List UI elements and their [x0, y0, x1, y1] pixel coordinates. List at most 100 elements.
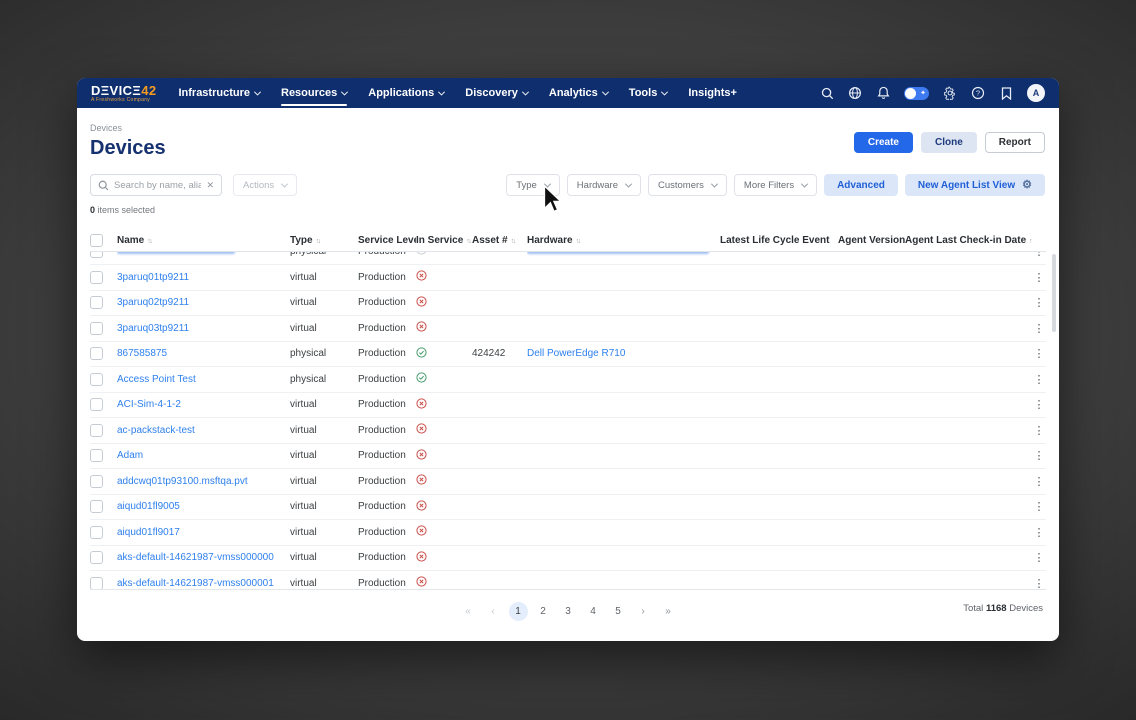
row-menu-icon[interactable]: ⋮	[1032, 271, 1046, 284]
row-menu-icon[interactable]: ⋮	[1032, 296, 1046, 309]
breadcrumb[interactable]: Devices	[90, 123, 122, 133]
column-header-type[interactable]: Type↑↓	[290, 235, 358, 246]
row-checkbox[interactable]	[90, 475, 103, 488]
device-name-link[interactable]: aks-default-14621987-vmss000000	[117, 552, 290, 563]
row-checkbox[interactable]	[90, 526, 103, 539]
device-name-link[interactable]: Access Point Test	[117, 374, 290, 385]
row-menu-icon[interactable]: ⋮	[1032, 551, 1046, 564]
device-name-link[interactable]: 3paruq03tp9211	[117, 323, 290, 334]
row-checkbox[interactable]	[90, 271, 103, 284]
nav-item-resources[interactable]: Resources	[281, 78, 347, 108]
actions-dropdown[interactable]: Actions	[233, 174, 297, 196]
device-name-link[interactable]: 867585875	[117, 348, 290, 359]
settings-gear-icon[interactable]	[943, 86, 957, 100]
row-menu-icon[interactable]: ⋮	[1032, 252, 1046, 258]
row-checkbox[interactable]	[90, 373, 103, 386]
filter-type-dropdown[interactable]: Type	[506, 174, 560, 196]
row-checkbox[interactable]	[90, 296, 103, 309]
cell-type: physical	[290, 348, 358, 359]
column-header-hardware[interactable]: Hardware↑↓	[527, 235, 720, 246]
nav-item-tools[interactable]: Tools	[629, 78, 668, 108]
row-menu-icon[interactable]: ⋮	[1032, 347, 1046, 360]
device-name-link[interactable]: 3paruq02tp9211	[117, 297, 290, 308]
device-name-link[interactable]: aiqud01fl9005	[117, 501, 290, 512]
row-menu-icon[interactable]: ⋮	[1032, 577, 1046, 590]
notifications-icon[interactable]	[876, 86, 890, 100]
select-all-checkbox[interactable]	[90, 234, 103, 247]
row-checkbox[interactable]	[90, 449, 103, 462]
filter-hardware-dropdown[interactable]: Hardware	[567, 174, 641, 196]
clear-search-icon[interactable]: ✕	[206, 180, 214, 191]
clone-button[interactable]: Clone	[921, 132, 977, 153]
hardware-link[interactable]: Dell PowerEdge R710	[527, 348, 720, 359]
column-header-asset[interactable]: Asset #↑↓	[472, 235, 527, 246]
advanced-button[interactable]: Advanced	[824, 174, 898, 196]
device-name-link[interactable]: Adam	[117, 450, 290, 461]
row-menu-icon[interactable]: ⋮	[1032, 322, 1046, 335]
nav-item-insights[interactable]: Insights+	[688, 78, 737, 108]
nav-menu: Infrastructure Resources Applications Di…	[178, 78, 757, 108]
search-icon[interactable]	[820, 86, 834, 100]
search-input[interactable]	[114, 180, 201, 191]
next-page-button[interactable]: ›	[634, 602, 653, 621]
nav-item-discovery[interactable]: Discovery	[465, 78, 528, 108]
filter-customers-dropdown[interactable]: Customers	[648, 174, 727, 196]
column-header-name[interactable]: Name↑↓	[117, 235, 290, 246]
nav-item-infrastructure[interactable]: Infrastructure	[178, 78, 260, 108]
create-button[interactable]: Create	[854, 132, 913, 153]
page-button-1[interactable]: 1	[509, 602, 528, 621]
row-menu-icon[interactable]: ⋮	[1032, 449, 1046, 462]
device-name-link[interactable]: addcwq01tp93100.msftqa.pvt	[117, 476, 290, 487]
row-checkbox[interactable]	[90, 551, 103, 564]
theme-toggle[interactable]: ✦	[904, 87, 929, 100]
device-name-link[interactable]: aks-default-14621987-vmss000001	[117, 578, 290, 589]
row-checkbox[interactable]	[90, 252, 103, 258]
sort-icon[interactable]: ↑↓	[511, 238, 515, 245]
first-page-button[interactable]: «	[459, 602, 478, 621]
sort-icon[interactable]: ↑↓	[1029, 238, 1032, 245]
sort-icon[interactable]: ↑↓	[147, 238, 151, 245]
row-menu-icon[interactable]: ⋮	[1032, 500, 1046, 513]
globe-icon[interactable]	[848, 86, 862, 100]
page-button-4[interactable]: 4	[584, 602, 603, 621]
row-menu-icon[interactable]: ⋮	[1032, 475, 1046, 488]
row-checkbox[interactable]	[90, 424, 103, 437]
row-checkbox[interactable]	[90, 500, 103, 513]
row-checkbox[interactable]	[90, 347, 103, 360]
chevron-down-icon	[281, 180, 288, 187]
report-button[interactable]: Report	[985, 132, 1045, 153]
row-checkbox[interactable]	[90, 577, 103, 590]
device-name-link[interactable]: aiqud01fl9017	[117, 527, 290, 538]
row-checkbox[interactable]	[90, 322, 103, 335]
user-avatar[interactable]: A	[1027, 84, 1045, 102]
help-icon[interactable]: ?	[971, 86, 985, 100]
prev-page-button[interactable]: ‹	[484, 602, 503, 621]
device42-logo[interactable]: DΞVICΞ42 A Freshworks Company	[91, 84, 156, 103]
device-name-link[interactable]: ac-packstack-test	[117, 425, 290, 436]
sort-icon[interactable]: ↑↓	[466, 238, 470, 245]
table-scrollbar[interactable]	[1052, 254, 1056, 332]
last-page-button[interactable]: »	[659, 602, 678, 621]
row-menu-icon[interactable]: ⋮	[1032, 424, 1046, 437]
cell-service-level: Production	[358, 425, 416, 436]
column-header-service-level[interactable]: Service Level↑↓	[358, 235, 416, 246]
sort-icon[interactable]: ↑↓	[316, 238, 320, 245]
nav-item-applications[interactable]: Applications	[368, 78, 444, 108]
page-button-2[interactable]: 2	[534, 602, 553, 621]
row-menu-icon[interactable]: ⋮	[1032, 526, 1046, 539]
page-button-3[interactable]: 3	[559, 602, 578, 621]
page-button-5[interactable]: 5	[609, 602, 628, 621]
sort-icon[interactable]: ↑↓	[576, 238, 580, 245]
device-name-link[interactable]: ACI-Sim-4-1-2	[117, 399, 290, 410]
row-menu-icon[interactable]: ⋮	[1032, 373, 1046, 386]
row-menu-icon[interactable]: ⋮	[1032, 398, 1046, 411]
nav-item-analytics[interactable]: Analytics	[549, 78, 608, 108]
column-header-agent-version[interactable]: Agent Version↑↓	[838, 235, 905, 246]
row-checkbox[interactable]	[90, 398, 103, 411]
column-header-agent-checkin[interactable]: Agent Last Check-in Date↑↓	[905, 235, 1032, 246]
more-filters-dropdown[interactable]: More Filters	[734, 174, 817, 196]
column-header-in-service[interactable]: In Service↑↓	[416, 235, 472, 246]
new-agent-list-view-button[interactable]: New Agent List View⚙	[905, 174, 1045, 196]
device-name-link[interactable]: 3paruq01tp9211	[117, 272, 290, 283]
bookmark-icon[interactable]	[999, 86, 1013, 100]
